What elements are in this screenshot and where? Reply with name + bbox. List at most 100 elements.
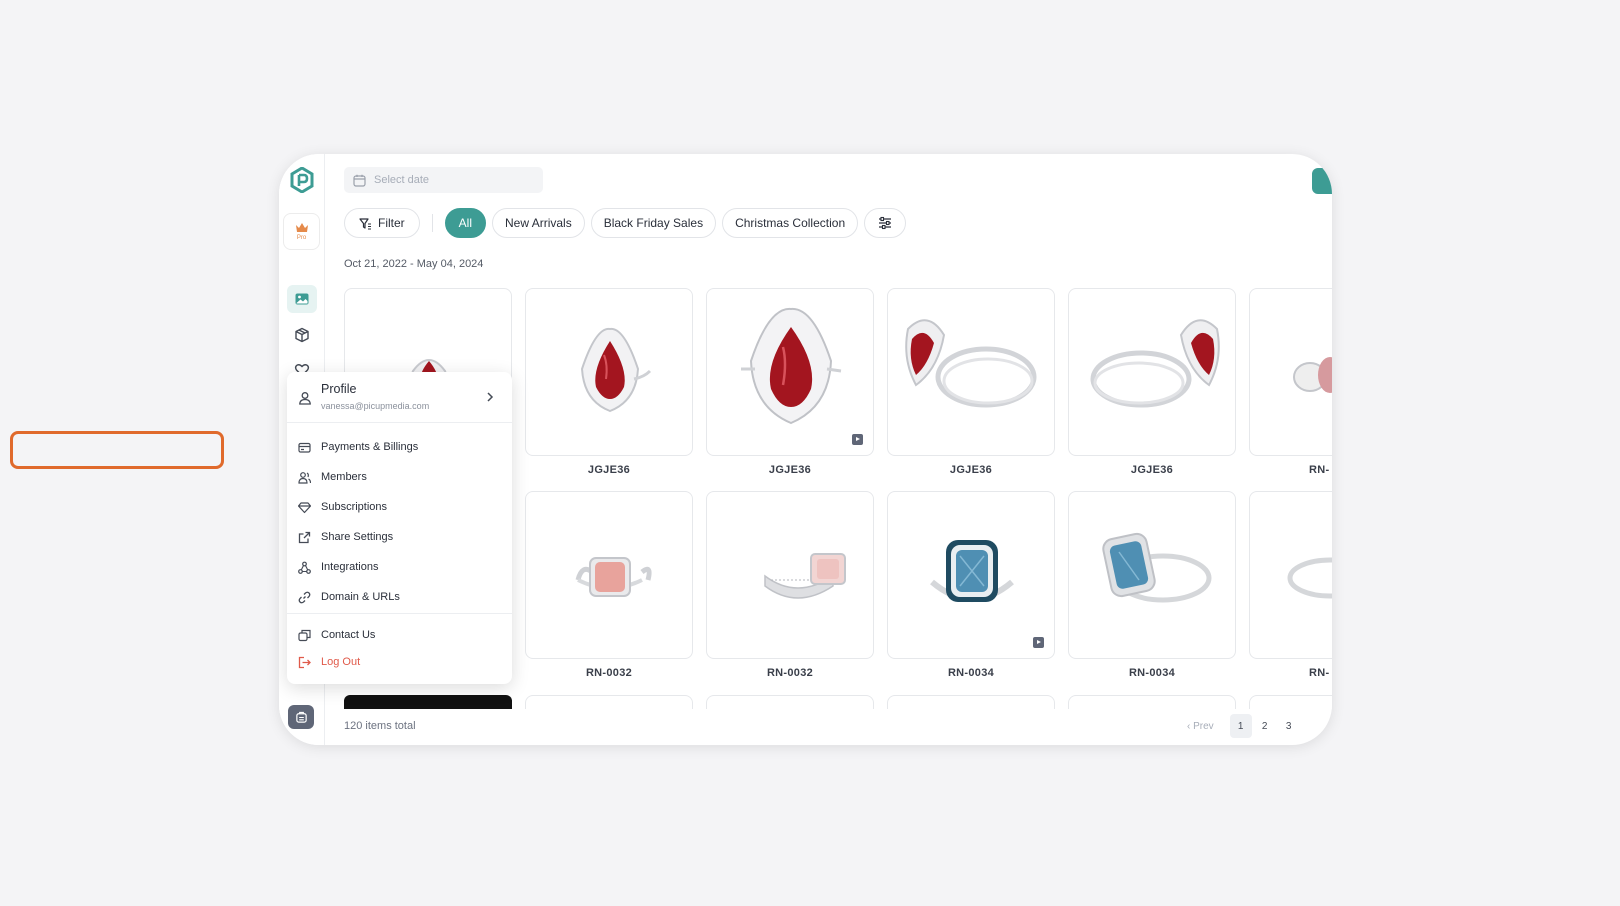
menu-item-label: Integrations [321,561,379,573]
items-total: 120 items total [344,720,416,732]
sku-label: RN- [1309,464,1330,476]
menu-item-label: Subscriptions [321,501,388,513]
media-card[interactable] [887,288,1055,456]
sku-label: RN-0034 [1128,667,1176,679]
highlight-outline [10,431,224,469]
media-card[interactable] [887,695,1055,709]
media-card[interactable] [1068,491,1236,659]
menu-item-share-settings[interactable]: Share Settings [287,523,512,551]
menu-item-label: Members [321,471,367,483]
date-range-label: Oct 21, 2022 - May 04, 2024 [344,258,484,270]
media-card[interactable] [525,491,693,659]
user-icon [299,392,311,405]
media-card[interactable] [1068,288,1236,456]
sku-label: RN-0032 [585,667,633,679]
menu-item-label: Contact Us [321,629,376,641]
prev-page-button[interactable]: ‹ Prev [1187,721,1214,732]
menu-item-label: Share Settings [321,531,394,543]
sku-label: RN- [1309,667,1330,679]
media-card[interactable] [525,288,693,456]
menu-item-label: Log Out [321,656,361,668]
sku-label: JGJE36 [1130,464,1174,476]
ruby-ring-image [580,327,652,413]
date-placeholder: Select date [374,174,430,186]
chat-icon [298,629,311,641]
media-card[interactable] [344,695,512,709]
blue-ring-image [1102,532,1212,603]
ring-image [1293,357,1332,393]
date-picker[interactable]: Select date [344,167,543,193]
sliders-icon [879,216,892,230]
menu-item-label: Payments & Billings [321,441,419,453]
menu-item-payments-billings[interactable]: Payments & Billings [287,433,512,461]
link-icon [298,591,311,603]
menu-item-integrations[interactable]: Integrations [287,553,512,581]
menu-divider [287,613,512,614]
filter-label: Filter [378,216,405,230]
chip-divider [431,214,433,232]
storage-button[interactable] [288,705,314,729]
media-card[interactable] [525,695,693,709]
chip-new-arrivals[interactable]: New Arrivals [492,208,585,238]
sku-label: JGJE36 [587,464,631,476]
chip-christmas-collection[interactable]: Christmas Collection [722,208,859,238]
card-icon [298,442,311,453]
crown-icon [295,223,308,232]
external-link-icon [298,531,311,543]
page-3-button[interactable]: 3 [1278,714,1300,738]
pink-ring-image [575,557,652,597]
pro-label: Pro [296,235,307,241]
sku-label: RN-0034 [947,667,995,679]
sku-label: JGJE36 [768,464,812,476]
menu-item-members[interactable]: Members [287,463,512,491]
profile-menu-item[interactable]: Profile vanessa@picupmedia.com [287,372,512,422]
more-filters-button[interactable] [864,208,907,238]
menu-item-subscriptions[interactable]: Subscriptions [287,493,512,521]
pink-ring-image [764,553,846,599]
calendar-icon [353,174,366,187]
menu-item-domain-urls[interactable]: Domain & URLs [287,583,512,611]
chip-all[interactable]: All [444,208,487,238]
media-card[interactable] [887,491,1055,659]
menu-item-log-out[interactable]: Log Out [287,648,512,676]
integrations-icon [298,561,311,574]
sidebar-item-products[interactable] [287,321,317,349]
page-2-button[interactable]: 2 [1254,714,1276,738]
filter-button[interactable]: Filter [344,208,420,238]
app-window: Pro Select date Filter All New Arrivals … [279,154,1332,745]
image-icon [295,293,309,305]
chip-black-friday-sales[interactable]: Black Friday Sales [590,208,717,238]
ruby-ring-image [741,307,842,425]
media-card[interactable] [706,491,874,659]
logo-icon[interactable] [290,167,314,193]
video-badge-icon [852,434,863,445]
profile-title: Profile [321,382,357,396]
account-menu: Profile vanessa@picupmedia.com Payments … [287,372,512,684]
menu-item-contact-us[interactable]: Contact Us [287,621,512,649]
box-icon [295,327,309,343]
logout-icon [298,656,311,668]
blue-ring-image [930,540,1014,602]
menu-item-label: Domain & URLs [321,591,400,603]
media-card[interactable] [1068,695,1236,709]
media-card[interactable] [1249,288,1332,456]
sku-label: RN-0032 [766,667,814,679]
ruby-ring-image [905,319,1037,408]
ruby-ring-image [1090,319,1220,408]
filter-icon [359,217,371,230]
sidebar-item-images[interactable] [287,285,317,313]
ring-image [1287,557,1332,599]
upload-button[interactable] [1312,168,1332,194]
pagination: ‹ Prev 1 2 3 [1187,714,1302,738]
profile-email: vanessa@picupmedia.com [321,401,430,411]
media-card[interactable] [706,288,874,456]
sku-label: JGJE36 [949,464,993,476]
menu-divider [287,422,512,423]
page-1-button[interactable]: 1 [1229,714,1252,738]
video-badge-icon [1033,637,1044,648]
media-card[interactable] [706,695,874,709]
media-card[interactable] [1249,695,1332,709]
collection-chips: Filter All New Arrivals Black Friday Sal… [344,208,912,238]
pro-badge[interactable]: Pro [283,213,320,250]
media-card[interactable] [1249,491,1332,659]
